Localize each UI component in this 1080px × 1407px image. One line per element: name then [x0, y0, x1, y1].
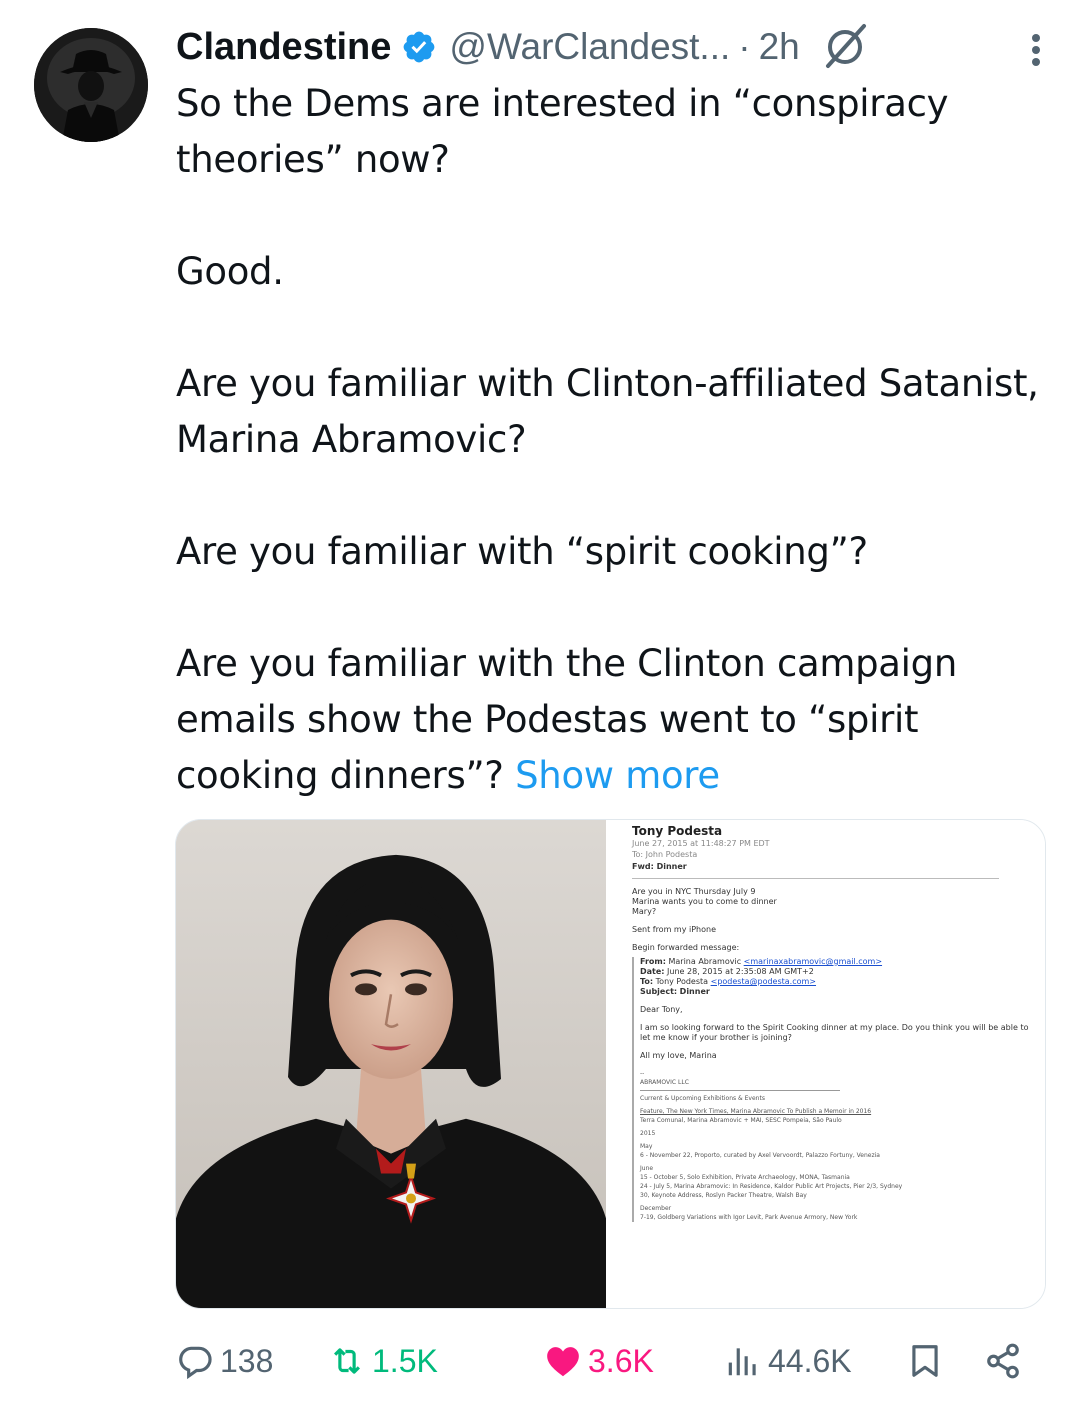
separator-dot: ·	[738, 26, 751, 67]
email-sig-line: Current & Upcoming Exhibitions & Events	[640, 1095, 765, 1102]
tweet-line-last: Are you familiar with the Clinton campai…	[176, 636, 1046, 804]
heart-icon	[547, 1347, 579, 1377]
verified-badge-icon[interactable]	[401, 29, 437, 65]
bookmark-button[interactable]	[906, 1336, 950, 1386]
email-subject: Fwd: Dinner	[632, 862, 687, 871]
show-more-link[interactable]: Show more	[515, 754, 720, 797]
email-sig-line: 7-19, Goldberg Variations with Igor Levi…	[640, 1214, 858, 1221]
reply-button[interactable]: 138	[176, 1336, 273, 1386]
tweet-text: So the Dems are interested in “conspirac…	[176, 76, 1046, 804]
views-button[interactable]: 44.6K	[724, 1336, 852, 1386]
display-name[interactable]: Clandestine	[176, 26, 391, 69]
timestamp[interactable]: 2h	[759, 26, 800, 68]
email-sig-line: Feature, The New York Times, Marina Abra…	[640, 1108, 872, 1115]
email-begin-forwarded: Begin forwarded message:	[632, 943, 740, 952]
tweet-header: Clandestine @WarClandest... · 2h	[176, 22, 1056, 72]
reply-count: 138	[220, 1342, 274, 1379]
email-body-line: Marina wants you to come to dinner	[632, 897, 777, 906]
tweet-line: Good.	[176, 250, 284, 293]
retweet-button[interactable]: 1.5K	[328, 1336, 438, 1386]
share-button[interactable]	[984, 1336, 1028, 1386]
email-body-line: Are you in NYC Thursday July 9	[632, 887, 756, 896]
email-body-line: Mary?	[632, 907, 657, 916]
grok-icon[interactable]	[820, 22, 870, 72]
views-chart-icon	[728, 1348, 756, 1376]
email-message: I am so looking forward to the Spirit Co…	[640, 1023, 1029, 1042]
email-sig-line: May	[640, 1143, 653, 1150]
email-from: Tony Podesta	[632, 824, 723, 838]
email-date: June 27, 2015 at 11:48:27 PM EDT	[632, 839, 770, 848]
email-sig-line: Terra Comunal, Marina Abramovic + MAI, S…	[640, 1117, 842, 1124]
email-sig-dashes: --	[640, 1070, 645, 1077]
email-quoted-subject: Dinner	[679, 987, 710, 996]
more-options-icon[interactable]	[1030, 34, 1042, 70]
email-greeting: Dear Tony,	[640, 1005, 683, 1014]
retweet-icon	[334, 1348, 360, 1374]
email-quoted-date: June 28, 2015 at 2:35:08 AM GMT+2	[667, 967, 814, 976]
email-sig-line: 2015	[640, 1130, 656, 1137]
email-sig-line: 15 - October 5, Solo Exhibition, Private…	[640, 1174, 850, 1181]
email-to: To: John Podesta	[632, 850, 698, 859]
user-handle[interactable]: @WarClandest...	[449, 26, 730, 68]
email-sig-line: 30, Keynote Address, Roslyn Packer Theat…	[640, 1192, 807, 1199]
tweet-line: Are you familiar with “spirit cooking”?	[176, 530, 868, 573]
like-count: 3.6K	[588, 1342, 654, 1379]
email-quoted-from: Marina Abramovic	[668, 957, 742, 966]
email-quoted-to: Tony Podesta	[655, 977, 709, 986]
email-label: To:	[640, 977, 654, 986]
email-sig-company: ABRAMOVIC LLC	[640, 1079, 689, 1086]
portrait-photo[interactable]	[176, 820, 606, 1308]
media-grid: Tony Podesta June 27, 2015 at 11:48:27 P…	[175, 819, 1046, 1309]
share-icon	[987, 1343, 1019, 1379]
avatar[interactable]	[34, 28, 148, 142]
email-link: <marinaxabramovic@gmail.com>	[743, 957, 883, 966]
email-sig-line: December	[640, 1205, 672, 1212]
retweet-count: 1.5K	[372, 1342, 438, 1379]
email-screenshot[interactable]: Tony Podesta June 27, 2015 at 11:48:27 P…	[610, 820, 1045, 1308]
email-sent-from: Sent from my iPhone	[632, 925, 716, 934]
email-quoted-block: From: Marina Abramovic <marinaxabramovic…	[632, 957, 1031, 1222]
views-count: 44.6K	[768, 1342, 852, 1379]
like-button[interactable]: 3.6K	[544, 1336, 654, 1386]
reply-icon	[179, 1346, 212, 1380]
bookmark-icon	[912, 1345, 938, 1377]
email-signoff: All my love, Marina	[640, 1051, 717, 1060]
email-label: Date:	[640, 967, 665, 976]
email-link: <podesta@podesta.com>	[710, 977, 817, 986]
email-label: Subject:	[640, 987, 678, 996]
action-bar: 138 1.5K 3.6K 44.6K	[176, 1336, 1046, 1386]
tweet-line: So the Dems are interested in “conspirac…	[176, 82, 949, 181]
tweet-line: Are you familiar with Clinton-affiliated…	[176, 362, 1039, 461]
email-sig-line: June	[640, 1165, 654, 1172]
email-sig-line: 24 - July 5, Marina Abramovic: In Reside…	[640, 1183, 903, 1190]
email-sig-line: 6 - November 22, Proporto, curated by Ax…	[640, 1152, 880, 1159]
email-label: From:	[640, 957, 666, 966]
